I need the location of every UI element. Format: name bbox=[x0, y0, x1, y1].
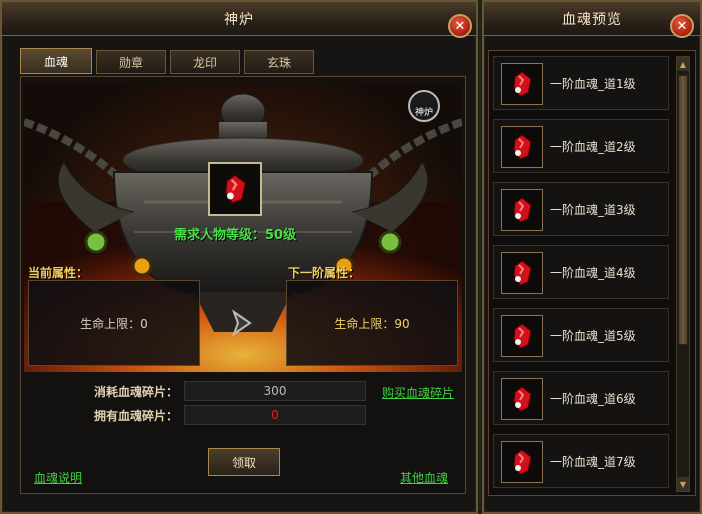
scrollbar-thumb[interactable] bbox=[678, 75, 688, 345]
arrow-up-icon[interactable]: ▲ bbox=[677, 57, 689, 71]
blood-soul-gem-icon bbox=[513, 386, 532, 412]
own-label: 拥有血魂碎片： bbox=[94, 409, 179, 423]
claim-button[interactable]: 领取 bbox=[208, 448, 280, 476]
preview-item-name: 一阶血魂_道2级 bbox=[550, 139, 636, 154]
preview-item-name: 一阶血魂_道7级 bbox=[550, 454, 636, 469]
close-icon: ✕ bbox=[454, 18, 466, 34]
preview-titlebar[interactable]: 血魂预览 bbox=[484, 2, 700, 36]
blood-soul-gem-icon bbox=[513, 197, 532, 223]
item-slot[interactable] bbox=[501, 126, 543, 168]
main-close-button[interactable]: ✕ bbox=[448, 14, 472, 38]
preview-list-item[interactable]: 一阶血魂_道3级 bbox=[493, 182, 669, 236]
preview-window-title: 血魂预览 bbox=[562, 11, 622, 28]
tab-label: 血魂 bbox=[43, 54, 68, 69]
tab-label: 勋章 bbox=[118, 55, 143, 70]
preview-item-name: 一阶血魂_道4级 bbox=[550, 265, 636, 280]
blood-soul-gem-icon bbox=[513, 323, 532, 349]
preview-list-item[interactable]: 一阶血魂_道2级 bbox=[493, 119, 669, 173]
tab-label: 龙印 bbox=[192, 55, 217, 70]
item-slot[interactable] bbox=[501, 189, 543, 231]
tab-label: 玄珠 bbox=[266, 55, 291, 70]
preview-list-item[interactable]: 一阶血魂_道7级 bbox=[493, 434, 669, 488]
tab-dragon-seal[interactable]: 龙印 bbox=[170, 50, 240, 74]
preview-item-name: 一阶血魂_道6级 bbox=[550, 391, 636, 406]
blood-soul-gem-icon bbox=[225, 174, 247, 204]
tab-mystic-pearl[interactable]: 玄珠 bbox=[244, 50, 314, 74]
consume-value: 300 bbox=[263, 384, 287, 398]
furnace-badge-label: 神炉 bbox=[414, 108, 433, 118]
blood-soul-gem-icon bbox=[513, 134, 532, 160]
item-slot[interactable] bbox=[501, 252, 543, 294]
next-attr-panel: 生命上限：90 bbox=[286, 280, 458, 366]
blood-soul-gem-icon bbox=[513, 449, 532, 475]
close-icon: ✕ bbox=[676, 18, 688, 34]
current-attr-title: 当前属性： bbox=[28, 266, 89, 280]
current-attr-value: 生命上限：0 bbox=[80, 316, 148, 331]
other-blood-soul-link[interactable]: 其他血魂 bbox=[400, 469, 448, 486]
preview-item-name: 一阶血魂_道3级 bbox=[550, 202, 636, 217]
preview-list-item[interactable]: 一阶血魂_道5级 bbox=[493, 308, 669, 362]
item-slot[interactable] bbox=[501, 315, 543, 357]
current-attr-panel: 生命上限：0 bbox=[28, 280, 200, 366]
item-slot[interactable] bbox=[501, 378, 543, 420]
tab-medal[interactable]: 勋章 bbox=[96, 50, 166, 74]
furnace-badge[interactable]: 神炉 bbox=[408, 90, 440, 122]
item-slot[interactable] bbox=[501, 63, 543, 105]
buy-fragments-link[interactable]: 购买血魂碎片 bbox=[382, 384, 454, 401]
preview-list-item[interactable]: 一阶血魂_道4级 bbox=[493, 245, 669, 299]
requirement-text: 需求人物等级：50级 bbox=[174, 228, 297, 243]
tab-blood-soul[interactable]: 血魂 bbox=[20, 48, 92, 74]
blood-soul-gem-icon bbox=[513, 71, 532, 97]
blood-soul-gem-icon bbox=[513, 260, 532, 286]
furnace-scene: 神炉 需求人物等级：50级 当前属性： 下一阶属性： 生命上限：0 生命上限：9… bbox=[24, 82, 462, 372]
claim-button-label: 领取 bbox=[231, 455, 256, 470]
next-attr-title: 下一阶属性： bbox=[288, 266, 361, 280]
preview-scrollbar[interactable]: ▲ ▼ bbox=[676, 56, 690, 492]
preview-list-item[interactable]: 一阶血魂_道1级 bbox=[493, 56, 669, 110]
main-titlebar[interactable]: 神炉 bbox=[2, 2, 476, 36]
next-attr-value: 生命上限：90 bbox=[334, 316, 410, 331]
blood-soul-help-link[interactable]: 血魂说明 bbox=[34, 469, 82, 486]
preview-close-button[interactable]: ✕ bbox=[670, 14, 694, 38]
preview-list-item[interactable]: 一阶血魂_道6级 bbox=[493, 371, 669, 425]
arrow-right-icon bbox=[228, 308, 258, 338]
consume-label: 消耗血魂碎片： bbox=[94, 385, 179, 399]
main-window-title: 神炉 bbox=[224, 11, 254, 28]
blood-soul-item-slot[interactable] bbox=[208, 162, 262, 216]
own-value: 0 bbox=[271, 408, 279, 422]
own-value-field: 0 bbox=[184, 405, 366, 425]
consume-value-field: 300 bbox=[184, 381, 366, 401]
preview-item-name: 一阶血魂_道1级 bbox=[550, 76, 636, 91]
preview-item-name: 一阶血魂_道5级 bbox=[550, 328, 636, 343]
arrow-down-icon[interactable]: ▼ bbox=[677, 477, 689, 491]
item-slot[interactable] bbox=[501, 441, 543, 483]
